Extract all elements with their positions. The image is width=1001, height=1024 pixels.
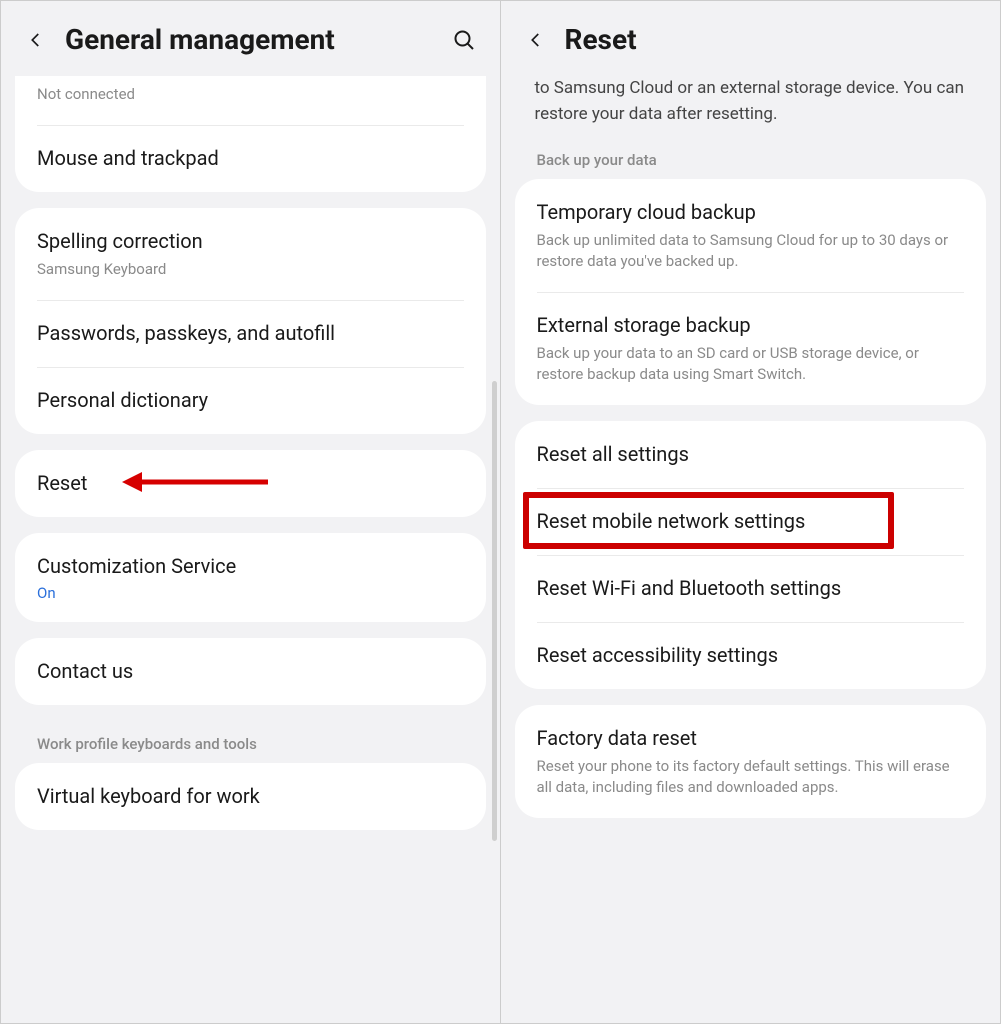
pane-reset: Reset to Samsung Cloud or an external st… <box>501 1 1001 1023</box>
row-factory-data-reset[interactable]: Factory data reset Reset your phone to i… <box>515 705 987 818</box>
row-virtual-keyboard-work[interactable]: Virtual keyboard for work <box>15 763 486 830</box>
row-label: Reset Wi-Fi and Bluetooth settings <box>537 575 965 602</box>
header: General management <box>1 1 500 76</box>
row-spelling-correction[interactable]: Spelling correction Samsung Keyboard <box>15 208 486 300</box>
chevron-left-icon <box>527 31 545 49</box>
card-input-devices: Not connected Mouse and trackpad <box>15 76 486 192</box>
search-button[interactable] <box>452 28 476 52</box>
section-backup: Back up your data <box>515 151 987 179</box>
row-label: Factory data reset <box>537 725 965 752</box>
row-label: Reset all settings <box>537 441 965 468</box>
row-sublabel: Samsung Keyboard <box>37 259 464 280</box>
row-label: Passwords, passkeys, and autofill <box>37 320 464 347</box>
row-reset-all-settings[interactable]: Reset all settings <box>515 421 987 488</box>
card-customization: Customization Service On <box>15 533 486 622</box>
row-label: Temporary cloud backup <box>537 199 965 226</box>
settings-list: Not connected Mouse and trackpad Spellin… <box>1 76 500 1018</box>
row-label: Contact us <box>37 658 464 685</box>
card-work-keyboard: Virtual keyboard for work <box>15 763 486 830</box>
page-title: Reset <box>565 23 977 56</box>
row-label: Reset accessibility settings <box>537 642 965 669</box>
back-button[interactable] <box>525 29 547 51</box>
chevron-left-icon <box>27 31 45 49</box>
row-sublabel: Back up unlimited data to Samsung Cloud … <box>537 230 965 272</box>
row-label: Spelling correction <box>37 228 464 255</box>
row-reset-wifi-bluetooth[interactable]: Reset Wi-Fi and Bluetooth settings <box>515 555 987 622</box>
search-icon <box>452 28 476 52</box>
row-temporary-cloud-backup[interactable]: Temporary cloud backup Back up unlimited… <box>515 179 987 292</box>
row-personal-dictionary[interactable]: Personal dictionary <box>15 367 486 434</box>
header: Reset <box>501 1 1001 76</box>
scrollbar[interactable] <box>492 381 497 841</box>
row-label: Virtual keyboard for work <box>37 783 464 810</box>
row-label: Mouse and trackpad <box>37 145 464 172</box>
row-label: Reset mobile network settings <box>537 508 965 535</box>
row-reset-mobile-network[interactable]: Reset mobile network settings <box>515 488 987 555</box>
row-contact-us[interactable]: Contact us <box>15 638 486 705</box>
row-label: Reset <box>37 470 464 497</box>
card-reset-options: Reset all settings Reset mobile network … <box>515 421 987 689</box>
row-external-storage-backup[interactable]: External storage backup Back up your dat… <box>515 292 987 405</box>
intro-description: to Samsung Cloud or an external storage … <box>515 76 987 151</box>
card-reset: Reset <box>15 450 486 517</box>
section-work-profile: Work profile keyboards and tools <box>15 721 486 763</box>
page-title: General management <box>65 23 434 56</box>
row-sublabel: Back up your data to an SD card or USB s… <box>537 343 965 385</box>
card-factory-reset: Factory data reset Reset your phone to i… <box>515 705 987 818</box>
pane-general-management: General management Not connected Mouse a… <box>1 1 501 1023</box>
card-text-input: Spelling correction Samsung Keyboard Pas… <box>15 208 486 434</box>
row-label: Customization Service <box>37 553 464 580</box>
row-status-on: On <box>37 584 464 602</box>
row-reset-accessibility[interactable]: Reset accessibility settings <box>515 622 987 689</box>
row-customization-service[interactable]: Customization Service On <box>15 533 486 622</box>
back-button[interactable] <box>25 29 47 51</box>
status-not-connected: Not connected <box>37 84 464 105</box>
row-passwords-passkeys-autofill[interactable]: Passwords, passkeys, and autofill <box>15 300 486 367</box>
row-label: External storage backup <box>537 312 965 339</box>
row-label: Personal dictionary <box>37 387 464 414</box>
row-physical-keyboard[interactable]: Not connected <box>15 76 486 125</box>
row-reset[interactable]: Reset <box>15 450 486 517</box>
row-sublabel: Reset your phone to its factory default … <box>537 756 965 798</box>
reset-list: to Samsung Cloud or an external storage … <box>501 76 1001 1018</box>
card-backup: Temporary cloud backup Back up unlimited… <box>515 179 987 405</box>
card-contact: Contact us <box>15 638 486 705</box>
row-mouse-trackpad[interactable]: Mouse and trackpad <box>15 125 486 192</box>
